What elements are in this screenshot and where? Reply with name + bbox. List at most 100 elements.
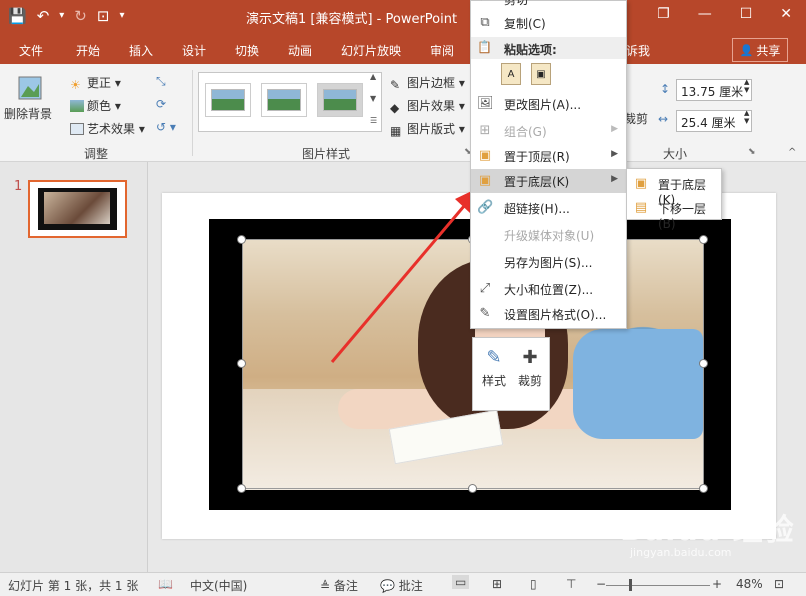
picture-border-button[interactable]: ✎ 图片边框 ▾ (390, 74, 465, 92)
resize-handle-nw[interactable] (237, 235, 246, 244)
picture-style-3[interactable] (317, 83, 363, 117)
slideshow-view-icon[interactable]: ⊤ (566, 577, 576, 591)
menu-label: 升级媒体对象(U) (504, 229, 595, 243)
format-picture-icon: ✎ (479, 306, 491, 321)
customize-qat-icon[interactable]: ▾ (119, 6, 124, 26)
menu-item-save-as-picture[interactable]: 另存为图片(S)... (471, 250, 626, 274)
menu-label: 大小和位置(Z)... (504, 283, 594, 297)
width-spinner-icon[interactable]: ▲ ▼ (744, 109, 749, 125)
slide-thumbnail[interactable] (28, 180, 127, 238)
collapse-ribbon-icon[interactable]: ^ (788, 147, 796, 158)
mini-style-button[interactable]: ✎ 样式 (477, 344, 511, 389)
menu-item-cut[interactable]: ✂ 剪切 (471, 0, 626, 11)
change-picture-icon[interactable]: ⟳ (156, 97, 166, 111)
remove-background-label: 删除背景 (4, 107, 53, 121)
baidu-watermark: Baidu 经验 (620, 513, 795, 548)
redo-icon[interactable]: ↻ (74, 6, 87, 26)
menu-label: 更改图片(A)... (504, 98, 582, 112)
size-group-label: 大小 (663, 147, 688, 161)
notes-button[interactable]: ≜ 备注 (320, 577, 358, 594)
picture-style-2[interactable] (261, 83, 307, 117)
paste-options-label: 粘贴选项: (504, 43, 557, 57)
resize-handle-sw[interactable] (237, 484, 246, 493)
ribbon-display-icon[interactable]: ❐ (657, 6, 670, 22)
mini-crop-button[interactable]: ✚ 裁剪 (513, 344, 547, 389)
zoom-level[interactable]: 48% (736, 577, 763, 591)
send-to-back-icon: ▣ (634, 176, 648, 191)
menu-item-bring-to-front[interactable]: ▣ 置于顶层(R) ▶ (471, 144, 626, 168)
reset-picture-icon[interactable]: ↺ ▾ (156, 120, 176, 134)
slideshow-icon[interactable]: ⊡ (97, 6, 110, 26)
color-button[interactable]: 颜色 ▾ (70, 97, 121, 114)
comments-label: 批注 (398, 579, 423, 593)
paste-keep-source-icon[interactable]: A (501, 63, 521, 85)
comments-button[interactable]: 💬 批注 (380, 577, 423, 594)
tab-transitions[interactable]: 切换 (235, 42, 259, 59)
submenu-item-send-to-back[interactable]: ▣ 置于底层(K) (627, 172, 721, 207)
baidu-watermark-url: jingyan.baidu.com (630, 546, 732, 559)
tab-file[interactable]: 文件 (19, 42, 43, 59)
close-button[interactable]: ✕ (780, 6, 792, 22)
gallery-scroll-down-icon[interactable]: ▼ (370, 94, 376, 103)
menu-label: 超链接(H)... (504, 202, 570, 216)
height-spinner-icon[interactable]: ▲ ▼ (744, 78, 749, 94)
submenu-item-send-backward[interactable]: ▤ 下移一层(B) (627, 196, 721, 231)
menu-item-size-position[interactable]: ⤢ 大小和位置(Z)... (471, 277, 626, 301)
menu-label: 另存为图片(S)... (504, 256, 593, 270)
zoom-slider-track[interactable] (606, 585, 710, 586)
save-icon[interactable]: 💾 (8, 6, 27, 26)
ribbon-tabs: 文件 开始 插入 设计 切换 动画 幻灯片放映 审阅 诉我 (0, 34, 806, 64)
tab-home[interactable]: 开始 (76, 42, 100, 59)
remove-background-button[interactable]: 删除背景 (4, 74, 52, 122)
sun-icon: ☀ (70, 78, 81, 92)
menu-item-send-to-back[interactable]: ▣ 置于底层(K) ▶ (471, 169, 626, 193)
minimize-button[interactable]: — (698, 6, 712, 22)
resize-handle-s[interactable] (468, 484, 477, 493)
width-field[interactable]: 25.4 厘米 (676, 110, 752, 132)
tab-animations[interactable]: 动画 (288, 42, 312, 59)
undo-icon[interactable]: ↶ (37, 6, 50, 26)
menu-item-hyperlink[interactable]: 🔗 超链接(H)... (471, 196, 626, 220)
gallery-scroll-up-icon[interactable]: ▲ (370, 72, 376, 81)
slide-sorter-icon[interactable]: ⊞ (492, 577, 502, 591)
tab-insert[interactable]: 插入 (129, 42, 153, 59)
menu-item-copy[interactable]: ⧉ 复制(C) (471, 11, 626, 35)
menu-item-format-picture[interactable]: ✎ 设置图片格式(O)... (471, 302, 626, 326)
maximize-button[interactable]: ☐ (740, 6, 753, 22)
tell-me-box[interactable]: 诉我 (626, 42, 650, 59)
normal-view-icon[interactable]: ▭ (452, 575, 470, 589)
compress-pictures-icon[interactable]: ⤡ (156, 74, 166, 89)
language-indicator[interactable]: 中文(中国) (190, 577, 247, 594)
picture-style-1[interactable] (205, 83, 251, 117)
height-icon: ↕ (660, 82, 671, 96)
size-dialog-launcher-icon[interactable]: ⬊ (748, 147, 756, 157)
picture-layout-button[interactable]: ▦ 图片版式 ▾ (390, 120, 465, 138)
menu-label: 下移一层(B) (658, 202, 707, 231)
menu-label: 设置图片格式(O)... (504, 308, 607, 322)
picture-effects-button[interactable]: ◆ 图片效果 ▾ (390, 97, 465, 115)
resize-handle-w[interactable] (237, 359, 246, 368)
fit-to-window-icon[interactable]: ⊡ (774, 577, 784, 591)
zoom-in-button[interactable]: + (712, 577, 722, 591)
resize-handle-e[interactable] (699, 359, 708, 368)
copy-icon: ⧉ (480, 15, 490, 30)
paste-picture-icon[interactable]: ▣ (531, 63, 551, 85)
change-picture-icon: 🖼 (477, 96, 494, 111)
artistic-effects-button[interactable]: 艺术效果 ▾ (70, 120, 145, 137)
tab-slideshow[interactable]: 幻灯片放映 (341, 42, 401, 59)
gallery-more-icon[interactable]: ☰ (370, 116, 377, 125)
crop-button-partial[interactable]: 裁剪 (624, 110, 648, 127)
resize-handle-se[interactable] (699, 484, 708, 493)
tab-review[interactable]: 审阅 (430, 42, 454, 59)
corrections-button[interactable]: ☀ 更正 ▾ (70, 74, 121, 92)
share-button[interactable]: 👤 共享 (732, 38, 788, 62)
zoom-slider-thumb[interactable] (629, 579, 632, 591)
menu-item-change-picture[interactable]: 🖼 更改图片(A)... (471, 92, 626, 116)
undo-dropdown-icon[interactable]: ▾ (59, 6, 64, 26)
tab-design[interactable]: 设计 (182, 42, 206, 59)
zoom-out-button[interactable]: − (596, 577, 606, 591)
reading-view-icon[interactable]: ▯ (530, 577, 537, 591)
spelling-icon[interactable]: 📖 (158, 577, 173, 591)
height-field[interactable]: 13.75 厘米 (676, 79, 752, 101)
resize-handle-ne[interactable] (699, 235, 708, 244)
